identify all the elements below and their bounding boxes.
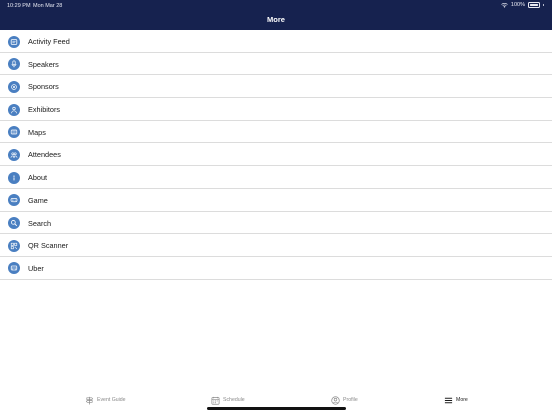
menu-item-label: Search bbox=[28, 218, 52, 228]
map-icon bbox=[8, 126, 20, 139]
tab-label: Profile bbox=[343, 397, 358, 403]
menu-item-label: Exhibitors bbox=[28, 105, 61, 115]
menu-item-label: Sponsors bbox=[28, 82, 59, 92]
menu-item-label: About bbox=[28, 173, 48, 183]
menu-item-activity-feed[interactable]: Activity Feed bbox=[0, 30, 552, 53]
battery-percent: 100% bbox=[510, 2, 525, 8]
status-bar: 10:29 PM Mon Mar 28 100% bbox=[0, 0, 552, 11]
speakers-icon bbox=[8, 58, 20, 71]
menu-item-exhibitors[interactable]: Exhibitors bbox=[0, 98, 552, 121]
menu-item-maps[interactable]: Maps bbox=[0, 121, 552, 144]
menu-item-about[interactable]: About bbox=[0, 166, 552, 189]
status-time: 10:29 PM bbox=[7, 3, 31, 9]
tab-label: More bbox=[456, 397, 468, 403]
menu-item-search[interactable]: Search bbox=[0, 212, 552, 235]
bottom-tab-bar: Event Guide Schedule Profile More bbox=[0, 388, 552, 414]
status-indicators: 100% bbox=[501, 2, 544, 8]
battery-icon bbox=[528, 2, 540, 8]
sponsors-icon bbox=[8, 80, 20, 93]
more-menu-list: Activity Feed Speakers Sponsors Exhibito… bbox=[0, 30, 552, 280]
menu-item-sponsors[interactable]: Sponsors bbox=[0, 75, 552, 99]
status-date: Mon Mar 28 bbox=[33, 3, 63, 9]
tab-more[interactable]: More bbox=[444, 394, 468, 406]
hamburger-menu-icon bbox=[444, 397, 453, 403]
menu-item-qr-scanner[interactable]: QR Scanner bbox=[0, 234, 552, 257]
attendees-icon bbox=[8, 148, 20, 161]
calendar-icon bbox=[211, 396, 220, 405]
page-title: More bbox=[267, 15, 285, 24]
tab-profile[interactable]: Profile bbox=[331, 394, 358, 406]
home-indicator[interactable] bbox=[207, 407, 346, 410]
menu-item-label: Game bbox=[28, 195, 48, 205]
menu-item-label: Activity Feed bbox=[28, 37, 70, 46]
navigation-header: 10:29 PM Mon Mar 28 100% More bbox=[0, 0, 552, 30]
info-icon bbox=[8, 171, 20, 184]
tab-event-guide[interactable]: Event Guide bbox=[85, 394, 126, 406]
menu-item-label: Uber bbox=[28, 263, 44, 273]
profile-icon bbox=[331, 395, 340, 405]
menu-item-attendees[interactable]: Attendees bbox=[0, 143, 552, 167]
tab-label: Event Guide bbox=[97, 397, 126, 403]
exhibitors-icon bbox=[8, 103, 20, 116]
menu-item-label: Speakers bbox=[28, 59, 59, 69]
menu-item-label: QR Scanner bbox=[28, 241, 69, 251]
qr-code-icon bbox=[8, 239, 20, 252]
menu-item-uber[interactable]: Uber bbox=[0, 257, 552, 280]
menu-item-label: Maps bbox=[28, 127, 46, 137]
tab-schedule[interactable]: Schedule bbox=[211, 394, 245, 406]
signpost-icon bbox=[85, 396, 94, 405]
menu-item-label: Attendees bbox=[28, 150, 61, 160]
search-icon bbox=[8, 217, 20, 229]
menu-item-game[interactable]: Game bbox=[0, 189, 552, 212]
wifi-icon bbox=[501, 2, 508, 8]
game-icon bbox=[8, 194, 20, 207]
car-icon bbox=[8, 262, 20, 275]
tab-label: Schedule bbox=[223, 397, 245, 403]
battery-tip bbox=[543, 3, 544, 7]
menu-item-speakers[interactable]: Speakers bbox=[0, 53, 552, 76]
feed-icon bbox=[8, 35, 20, 48]
